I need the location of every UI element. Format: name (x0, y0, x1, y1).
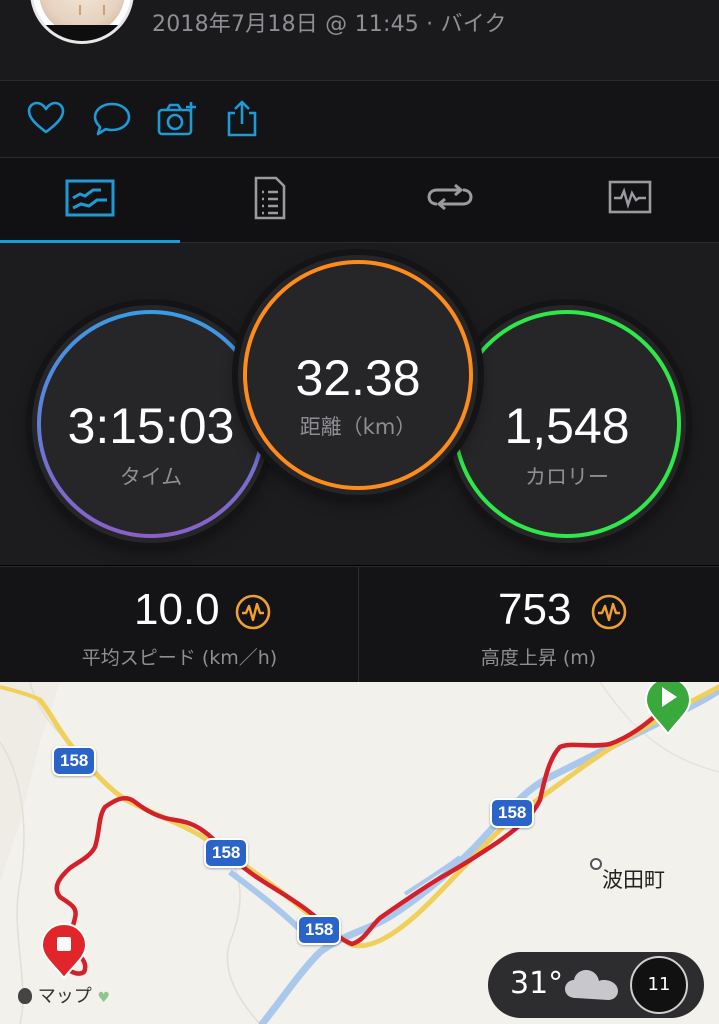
tab-charts[interactable] (540, 158, 719, 242)
heart-icon[interactable] (26, 99, 66, 139)
elevation-stat[interactable]: 753 高度上昇 (m) (359, 567, 718, 683)
time-label: タイム (119, 465, 183, 489)
weather-badge[interactable]: 31° 11 (488, 952, 704, 1018)
action-bar (0, 81, 719, 158)
route-158-shield: 158 (52, 746, 97, 776)
calories-value: 1,548 (504, 398, 630, 454)
tab-details[interactable] (180, 158, 360, 242)
maps-attribution[interactable]: マップ ♥ (18, 982, 110, 1008)
place-marker (590, 858, 602, 870)
activity-header: 2018年7月18日 @ 11:45 · バイク (0, 0, 719, 81)
route-map[interactable]: 158 158 158 158 波田町 マップ ♥ 31° 11 (0, 682, 719, 1024)
cloud-icon (565, 970, 618, 1000)
tab-bar (0, 158, 719, 243)
place-label-hata: 波田町 (602, 868, 665, 892)
distance-stat-circle[interactable]: 32.38 距離（km） (238, 255, 478, 495)
share-icon[interactable] (222, 99, 262, 139)
details-icon (254, 176, 286, 220)
tab-overview[interactable] (0, 158, 180, 243)
chart-gauge-icon[interactable] (234, 593, 272, 631)
overview-icon (65, 179, 115, 217)
charts-icon (608, 180, 652, 214)
activity-detail-screen: 2018年7月18日 @ 11:45 · バイク 3:15:03 タイム 1,5… (0, 0, 719, 1024)
apple-logo-icon (18, 988, 32, 1004)
elevation-value: 753 (498, 585, 572, 634)
legal-leaf-icon: ♥ (97, 990, 111, 1006)
stats-summary: 3:15:03 タイム 1,548 カロリー 32.38 距離（km） (0, 243, 719, 565)
chart-gauge-icon[interactable] (590, 593, 628, 631)
maps-attribution-label: マップ (37, 986, 92, 1007)
time-stat-circle[interactable]: 3:15:03 タイム (32, 305, 270, 543)
route-158-shield: 158 (490, 798, 535, 828)
calories-stat-circle[interactable]: 1,548 カロリー (448, 305, 686, 543)
add-photo-icon[interactable] (156, 99, 196, 139)
laps-icon (427, 183, 473, 211)
air-quality-indicator: 11 (630, 956, 688, 1014)
avg-speed-label: 平均スピード (km／h) (81, 647, 278, 669)
distance-label: 距離（km） (299, 415, 417, 439)
avg-speed-value: 10.0 (134, 585, 220, 634)
time-value: 3:15:03 (67, 398, 235, 454)
route-158-shield: 158 (297, 915, 342, 945)
activity-date-type: 2018年7月18日 @ 11:45 · バイク (152, 12, 507, 37)
comment-icon[interactable] (92, 99, 132, 139)
calories-label: カロリー (525, 465, 609, 489)
distance-value: 32.38 (295, 350, 421, 406)
weather-temperature: 31° (510, 966, 564, 1001)
avatar[interactable] (30, 0, 134, 44)
tab-laps[interactable] (360, 158, 540, 242)
elevation-label: 高度上昇 (m) (480, 647, 597, 669)
secondary-stats: 10.0 平均スピード (km／h) 753 高度上昇 (m) (0, 566, 719, 683)
route-158-shield: 158 (204, 838, 249, 868)
avg-speed-stat[interactable]: 10.0 平均スピード (km／h) (0, 567, 359, 683)
